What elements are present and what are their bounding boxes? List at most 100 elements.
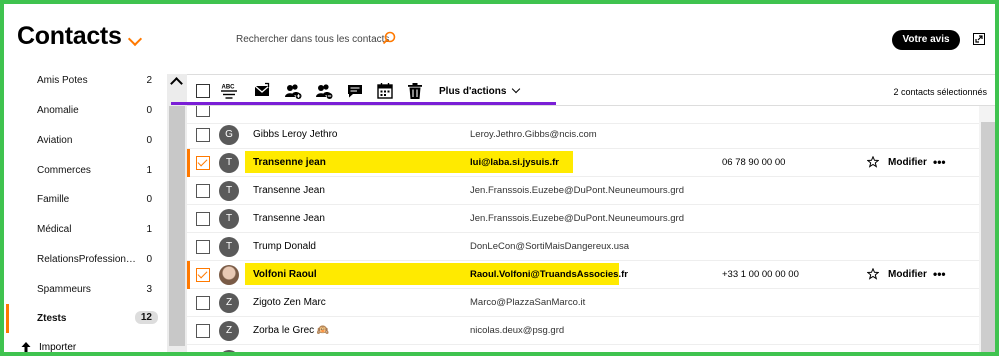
table-row[interactable]: G Gibbs Leroy Jethro Leroy.Jethro.Gibbs@… — [187, 121, 979, 149]
avatar — [219, 350, 239, 352]
avatar-photo — [219, 265, 239, 285]
edit-button[interactable]: Modifier — [888, 269, 927, 280]
avatar: T — [219, 237, 239, 257]
avatar: T — [219, 153, 239, 173]
sidebar-item-label: Amis Potes — [37, 75, 88, 86]
sidebar-item-label: Ztests — [37, 313, 67, 324]
sidebar-item-count: 12 — [134, 311, 158, 324]
sidebar-item-label: Aviation — [37, 135, 73, 146]
trash-icon[interactable] — [407, 82, 423, 100]
sidebar-item-amis-potes[interactable]: Amis Potes 2 — [4, 66, 164, 95]
sidebar-item-label: Commerces — [37, 165, 91, 176]
contact-list: G Gibbs Leroy Jethro Leroy.Jethro.Gibbs@… — [187, 106, 979, 356]
sort-abc-icon[interactable]: ABC — [220, 82, 238, 100]
contact-phone[interactable]: +33 1 00 00 00 00 — [722, 269, 799, 280]
contact-email[interactable]: Leroy.Jethro.Gibbs@ncis.com — [470, 129, 597, 140]
sidebar-item-count: 0 — [146, 105, 152, 116]
row-checkbox[interactable] — [196, 296, 210, 310]
sidebar-item-label: Spammeurs — [37, 284, 91, 295]
contact-phone[interactable]: 06 78 90 00 00 — [722, 157, 785, 168]
table-row[interactable] — [187, 345, 979, 356]
sidebar-item-aviation[interactable]: Aviation 0 — [4, 126, 164, 155]
row-checkbox[interactable] — [196, 324, 210, 338]
sidebar-item-count: 0 — [146, 254, 152, 265]
row-checkbox[interactable] — [196, 156, 210, 170]
table-row[interactable]: Z Zigoto Zen Marc Marco@PlazzaSanMarco.i… — [187, 289, 979, 317]
star-icon[interactable] — [867, 156, 879, 168]
calendar-icon[interactable] — [376, 82, 394, 100]
table-row[interactable]: T Trump Donald DonLeCon@SortiMaisDangere… — [187, 233, 979, 261]
contact-name[interactable]: Volfoni Raoul — [253, 269, 317, 280]
sidebar-item-label: Famille — [37, 194, 70, 205]
select-all-checkbox[interactable] — [196, 84, 210, 98]
sidebar-item-spammeurs[interactable]: Spammeurs 3 — [4, 275, 164, 304]
sidebar-item-count: 1 — [146, 224, 152, 235]
avatar: Z — [219, 321, 239, 341]
chevron-down-icon[interactable] — [127, 31, 143, 47]
avatar: G — [219, 125, 239, 145]
mail-icon[interactable] — [253, 82, 271, 100]
avatar: T — [219, 209, 239, 229]
sidebar-item-count: 1 — [146, 165, 152, 176]
contact-name[interactable]: Zigoto Zen Marc — [253, 297, 326, 308]
annotation-underline — [171, 102, 556, 105]
selection-count: 2 contacts sélectionnés — [893, 87, 987, 97]
table-row[interactable]: Volfoni Raoul Raoul.Volfoni@TruandsAssoc… — [187, 261, 979, 289]
contact-email[interactable]: lui@laba.si.jysuis.fr — [470, 157, 559, 168]
sidebar-item-label: Médical — [37, 224, 72, 235]
edit-button[interactable]: Modifier — [888, 157, 927, 168]
expand-icon[interactable] — [973, 33, 985, 45]
avatar: Z — [219, 293, 239, 313]
sidebar-item-count: 3 — [146, 284, 152, 295]
contact-name[interactable]: Gibbs Leroy Jethro — [253, 129, 338, 140]
sidebar-item-commerces[interactable]: Commerces 1 — [4, 156, 164, 185]
list-scroll-thumb[interactable] — [981, 122, 995, 352]
app-frame: Contacts Rechercher dans tous les contac… — [0, 0, 999, 356]
contact-email[interactable]: nicolas.deux@psg.grd — [470, 325, 564, 336]
sidebar-item-relations-professionnelles[interactable]: RelationsProfession… 0 — [4, 245, 164, 274]
chevron-down-icon[interactable] — [511, 84, 521, 94]
contact-name[interactable]: Transenne Jean — [253, 185, 325, 196]
sidebar-item-ztests[interactable]: Ztests 12 — [4, 304, 164, 333]
row-checkbox[interactable] — [196, 106, 210, 117]
search-input[interactable]: Rechercher dans tous les contacts — [236, 34, 389, 45]
contact-name[interactable]: Trump Donald — [253, 241, 316, 252]
sidebar-item-count: 0 — [146, 135, 152, 146]
svg-text:ABC: ABC — [222, 85, 236, 91]
table-row[interactable]: T Transenne Jean Jen.Franssois.Euzebe@Du… — [187, 177, 979, 205]
row-checkbox[interactable] — [196, 268, 210, 282]
more-actions-button[interactable]: Plus d'actions — [439, 86, 506, 97]
contact-email[interactable]: Raoul.Volfoni@TruandsAssocies.fr — [470, 269, 628, 280]
contact-email[interactable]: Jen.Franssois.Euzebe@DuPont.Neuneumours.… — [470, 213, 684, 224]
row-checkbox[interactable] — [196, 184, 210, 198]
sidebar-item-count: 0 — [146, 194, 152, 205]
sms-icon[interactable] — [346, 82, 364, 100]
row-checkbox[interactable] — [196, 240, 210, 254]
search-icon[interactable] — [382, 31, 396, 45]
sidebar-item-medical[interactable]: Médical 1 — [4, 215, 164, 244]
sidebar-item-famille[interactable]: Famille 0 — [4, 185, 164, 214]
contact-email[interactable]: Jen.Franssois.Euzebe@DuPont.Neuneumours.… — [470, 185, 684, 196]
more-options-icon[interactable]: ••• — [933, 155, 946, 169]
more-options-icon[interactable]: ••• — [933, 267, 946, 281]
contact-name[interactable]: Transenne jean — [253, 157, 326, 168]
table-row[interactable]: Z Zorba le Grec 🙉 nicolas.deux@psg.grd — [187, 317, 979, 345]
group-remove-icon[interactable] — [315, 82, 333, 100]
row-checkbox[interactable] — [196, 352, 210, 356]
table-row[interactable]: T Transenne Jean Jen.Franssois.Euzebe@Du… — [187, 205, 979, 233]
group-add-icon[interactable] — [284, 82, 302, 100]
row-checkbox[interactable] — [196, 128, 210, 142]
sidebar-scroll-thumb[interactable] — [169, 106, 185, 346]
contact-name[interactable]: Zorba le Grec 🙉 — [253, 325, 329, 336]
upload-icon — [21, 342, 31, 352]
sidebar-item-anomalie[interactable]: Anomalie 0 — [4, 96, 164, 125]
sidebar-item-count: 2 — [146, 75, 152, 86]
row-checkbox[interactable] — [196, 212, 210, 226]
sidebar: Amis Potes 2 Anomalie 0 Aviation 0 Comme… — [4, 66, 164, 352]
contact-email[interactable]: DonLeCon@SortiMaisDangereux.usa — [470, 241, 629, 252]
contact-name[interactable]: Transenne Jean — [253, 213, 325, 224]
table-row[interactable]: T Transenne jean lui@laba.si.jysuis.fr 0… — [187, 149, 979, 177]
contact-email[interactable]: Marco@PlazzaSanMarco.it — [470, 297, 585, 308]
star-icon[interactable] — [867, 268, 879, 280]
feedback-button[interactable]: Votre avis — [892, 30, 960, 50]
